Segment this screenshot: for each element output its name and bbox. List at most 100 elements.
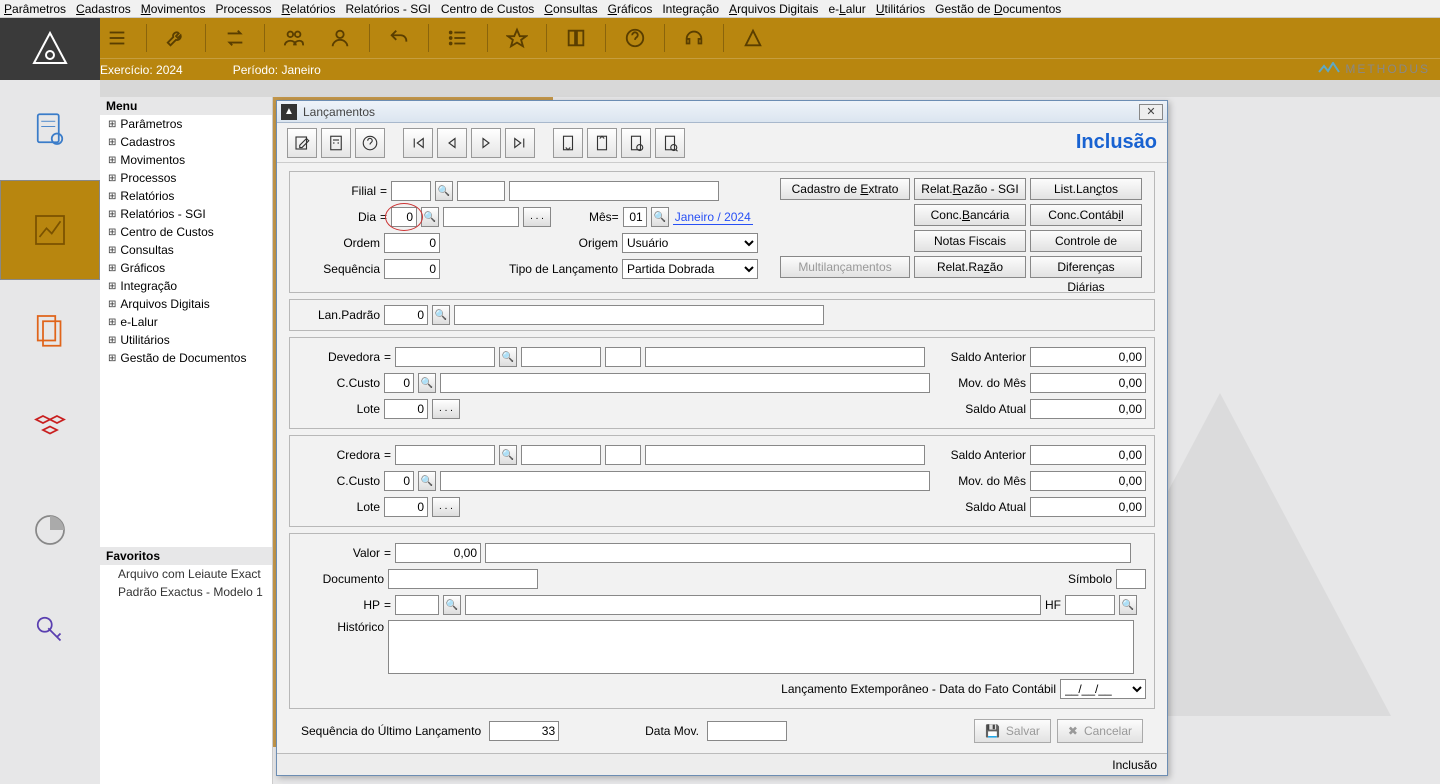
tb-next-icon[interactable] bbox=[471, 128, 501, 158]
filial-desc2[interactable] bbox=[509, 181, 719, 201]
tb-calc-icon[interactable] bbox=[321, 128, 351, 158]
filial-desc1[interactable] bbox=[457, 181, 505, 201]
filial-input[interactable] bbox=[391, 181, 431, 201]
tb-edit-icon[interactable] bbox=[287, 128, 317, 158]
menu-cadastros[interactable]: Cadastros bbox=[76, 2, 131, 16]
cred-ccusto-desc[interactable] bbox=[440, 471, 930, 491]
menu-relatorios-sgi[interactable]: Relatórios - SGI bbox=[346, 2, 431, 16]
cred-desc[interactable] bbox=[645, 445, 925, 465]
dev-input[interactable] bbox=[395, 347, 495, 367]
hp-lookup-icon[interactable]: 🔍 bbox=[443, 595, 461, 615]
hp-desc[interactable] bbox=[465, 595, 1041, 615]
list-icon[interactable] bbox=[441, 23, 475, 53]
dia-desc[interactable] bbox=[443, 207, 519, 227]
dev-aux1[interactable] bbox=[521, 347, 601, 367]
strip-docs-icon[interactable] bbox=[0, 280, 100, 380]
valor-input[interactable] bbox=[395, 543, 481, 563]
btn-ctrl-baixas[interactable]: Controle de Baixas bbox=[1030, 230, 1142, 252]
dev-desc[interactable] bbox=[645, 347, 925, 367]
sidenav-item[interactable]: Relatórios - SGI bbox=[100, 205, 272, 223]
lanpadrao-lookup-icon[interactable]: 🔍 bbox=[432, 305, 450, 325]
sidenav-item[interactable]: Processos bbox=[100, 169, 272, 187]
strip-doc-icon[interactable] bbox=[0, 80, 100, 180]
sidenav-item[interactable]: Centro de Custos bbox=[100, 223, 272, 241]
menu-gestao-doc[interactable]: Gestão de Documentos bbox=[935, 2, 1061, 16]
seq-input[interactable] bbox=[384, 259, 440, 279]
menu-integracao[interactable]: Integração bbox=[662, 2, 719, 16]
mes-lookup-icon[interactable]: 🔍 bbox=[651, 207, 669, 227]
dev-aux2[interactable] bbox=[605, 347, 641, 367]
btn-notas[interactable]: Notas Fiscais bbox=[914, 230, 1026, 252]
cred-lookup-icon[interactable]: 🔍 bbox=[499, 445, 517, 465]
menu-utilitarios[interactable]: Utilitários bbox=[876, 2, 925, 16]
strip-chart-icon[interactable] bbox=[0, 180, 100, 280]
menu-graficos[interactable]: Gráficos bbox=[608, 2, 653, 16]
favorite-item[interactable]: Arquivo com Leiaute Exact bbox=[100, 565, 272, 583]
menu-relatorios[interactable]: Relatórios bbox=[281, 2, 335, 16]
mes-input[interactable] bbox=[623, 207, 647, 227]
undo-icon[interactable] bbox=[382, 23, 416, 53]
dev-ccusto-desc[interactable] bbox=[440, 373, 930, 393]
sidenav-item[interactable]: Arquivos Digitais bbox=[100, 295, 272, 313]
help-icon[interactable] bbox=[618, 23, 652, 53]
tb-doc1-icon[interactable] bbox=[553, 128, 583, 158]
tb-doc4-icon[interactable] bbox=[655, 128, 685, 158]
sidenav-item[interactable]: e-Lalur bbox=[100, 313, 272, 331]
historico-input[interactable] bbox=[388, 620, 1134, 674]
btn-list-lanctos[interactable]: List.Lançtos bbox=[1030, 178, 1142, 200]
dev-lote-input[interactable] bbox=[384, 399, 428, 419]
menu-processos[interactable]: Processos bbox=[215, 2, 271, 16]
strip-pie-icon[interactable] bbox=[0, 480, 100, 580]
tb-help-icon[interactable] bbox=[355, 128, 385, 158]
filial-lookup-icon[interactable]: 🔍 bbox=[435, 181, 453, 201]
sidenav-item[interactable]: Utilitários bbox=[100, 331, 272, 349]
dev-ccusto-input[interactable] bbox=[384, 373, 414, 393]
cred-aux1[interactable] bbox=[521, 445, 601, 465]
tb-doc3-icon[interactable] bbox=[621, 128, 651, 158]
users-icon[interactable] bbox=[277, 23, 311, 53]
user-icon[interactable] bbox=[323, 23, 357, 53]
cred-lote-input[interactable] bbox=[384, 497, 428, 517]
datamov-input[interactable] bbox=[707, 721, 787, 741]
menu-centro-custos[interactable]: Centro de Custos bbox=[441, 2, 534, 16]
tb-prev-icon[interactable] bbox=[437, 128, 467, 158]
btn-conc-banc[interactable]: Conc.Bancária bbox=[914, 204, 1026, 226]
menu-movimentos[interactable]: Movimentos bbox=[141, 2, 206, 16]
valor-desc[interactable] bbox=[485, 543, 1131, 563]
btn-relat-razao[interactable]: Relat.Razão bbox=[914, 256, 1026, 278]
wrench-icon[interactable] bbox=[159, 23, 193, 53]
strip-keys-icon[interactable] bbox=[0, 580, 100, 680]
modal-titlebar[interactable]: ▲ Lançamentos ✕ bbox=[277, 101, 1167, 123]
sidenav-item[interactable]: Relatórios bbox=[100, 187, 272, 205]
tb-first-icon[interactable] bbox=[403, 128, 433, 158]
documento-input[interactable] bbox=[388, 569, 538, 589]
btn-multi[interactable]: Multilançamentos bbox=[780, 256, 910, 278]
btn-cad-extrato[interactable]: Cadastro de Extrato bbox=[780, 178, 910, 200]
headset-icon[interactable] bbox=[677, 23, 711, 53]
cred-aux2[interactable] bbox=[605, 445, 641, 465]
cred-ccusto-input[interactable] bbox=[384, 471, 414, 491]
btn-dif-diarias[interactable]: Diferenças Diárias bbox=[1030, 256, 1142, 278]
sidenav-item[interactable]: Consultas bbox=[100, 241, 272, 259]
star-icon[interactable] bbox=[500, 23, 534, 53]
dev-lote-more[interactable]: . . . bbox=[432, 399, 460, 419]
sidenav-item[interactable]: Gestão de Documentos bbox=[100, 349, 272, 367]
dev-lookup-icon[interactable]: 🔍 bbox=[499, 347, 517, 367]
triangle-icon[interactable] bbox=[736, 23, 770, 53]
dia-lookup-icon[interactable]: 🔍 bbox=[421, 207, 439, 227]
close-icon[interactable]: ✕ bbox=[1139, 104, 1163, 120]
simbolo-input[interactable] bbox=[1116, 569, 1146, 589]
tb-last-icon[interactable] bbox=[505, 128, 535, 158]
hf-lookup-icon[interactable]: 🔍 bbox=[1119, 595, 1137, 615]
hp-input[interactable] bbox=[395, 595, 439, 615]
swap-icon[interactable] bbox=[218, 23, 252, 53]
dev-ccusto-lookup-icon[interactable]: 🔍 bbox=[418, 373, 436, 393]
lanpadrao-input[interactable] bbox=[384, 305, 428, 325]
btn-salvar[interactable]: 💾Salvar bbox=[974, 719, 1051, 743]
origem-select[interactable]: Usuário bbox=[622, 233, 758, 253]
btn-relat-razao-sgi[interactable]: Relat.Razão - SGI bbox=[914, 178, 1026, 200]
dia-input[interactable] bbox=[391, 207, 417, 227]
sidenav-item[interactable]: Cadastros bbox=[100, 133, 272, 151]
sidenav-item[interactable]: Integração bbox=[100, 277, 272, 295]
tipo-select[interactable]: Partida Dobrada bbox=[622, 259, 758, 279]
